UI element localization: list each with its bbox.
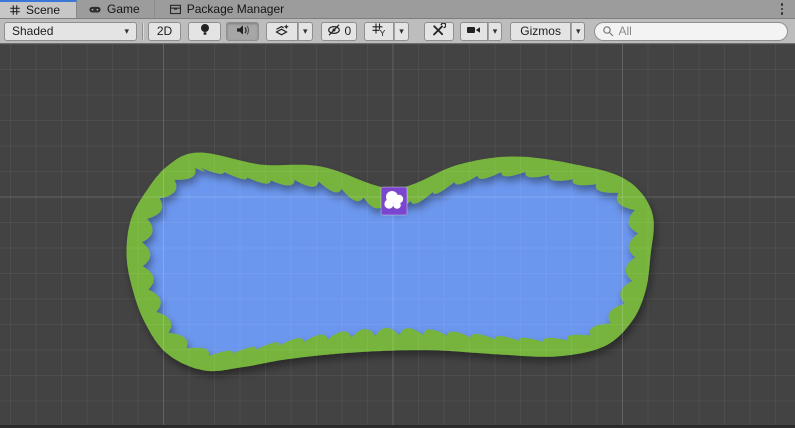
gizmos-dropdown[interactable]: Gizmos	[510, 22, 571, 41]
scene-canvas[interactable]	[0, 44, 795, 428]
tab-label: Package Manager	[187, 2, 284, 16]
search-icon	[602, 25, 614, 37]
toolbar-separator	[142, 23, 143, 40]
lighting-toggle-button[interactable]	[188, 22, 221, 41]
sprite-shape-cloud-icon[interactable]	[381, 187, 407, 215]
search-input[interactable]	[618, 24, 780, 38]
lightbulb-icon	[198, 22, 212, 40]
draw-mode-label: Shaded	[12, 24, 53, 38]
unity-scene-window: Scene Game Package Manager Shaded ▾ 2D	[0, 0, 795, 428]
grid-axis-label: Y	[380, 28, 386, 37]
tab-game[interactable]: Game	[77, 0, 155, 18]
effects-dropdown-chevron[interactable]: ▾	[298, 22, 313, 41]
grid-icon	[9, 4, 21, 16]
chevron-down-icon: ▾	[399, 27, 404, 36]
audio-toggle-button[interactable]	[226, 22, 259, 41]
grid-visibility-button[interactable]: Y	[364, 22, 394, 41]
tools-button[interactable]	[424, 22, 454, 41]
tab-label: Scene	[26, 3, 60, 17]
kebab-menu-icon[interactable]	[773, 0, 791, 18]
scene-viewport[interactable]	[0, 44, 795, 428]
grid-axis-icon: Y	[371, 22, 387, 40]
camera-icon	[466, 24, 481, 39]
scene-toolbar: Shaded ▾ 2D ▾	[0, 19, 795, 44]
2d-label: 2D	[157, 24, 172, 38]
gamepad-icon	[88, 3, 102, 15]
chevron-down-icon: ▾	[576, 27, 581, 36]
scene-search-field[interactable]	[594, 22, 788, 41]
grid-dropdown-chevron[interactable]: ▾	[394, 22, 409, 41]
2d-toggle-button[interactable]: 2D	[148, 22, 181, 41]
camera-dropdown-chevron[interactable]: ▾	[488, 22, 503, 41]
gizmos-label: Gizmos	[520, 24, 561, 38]
effects-toggle-button[interactable]	[266, 22, 298, 41]
draw-mode-dropdown[interactable]: Shaded ▾	[4, 22, 137, 41]
hidden-objects-button[interactable]: 0	[321, 22, 358, 41]
chevron-down-icon: ▾	[493, 27, 498, 36]
chevron-down-icon: ▾	[303, 27, 308, 36]
hidden-count: 0	[345, 24, 352, 38]
speaker-icon	[235, 23, 250, 40]
tab-package-manager[interactable]: Package Manager	[155, 0, 295, 18]
chevron-down-icon: ▾	[124, 27, 129, 36]
package-icon	[169, 3, 182, 15]
camera-button[interactable]	[460, 22, 488, 41]
tab-label: Game	[107, 2, 140, 16]
wrench-icon	[431, 23, 446, 40]
eye-off-icon	[327, 23, 343, 40]
gizmos-dropdown-chevron[interactable]: ▾	[571, 22, 586, 41]
tab-scene[interactable]: Scene	[0, 0, 77, 18]
tab-bar: Scene Game Package Manager	[0, 0, 795, 19]
effects-sparkle-icon	[274, 23, 290, 40]
